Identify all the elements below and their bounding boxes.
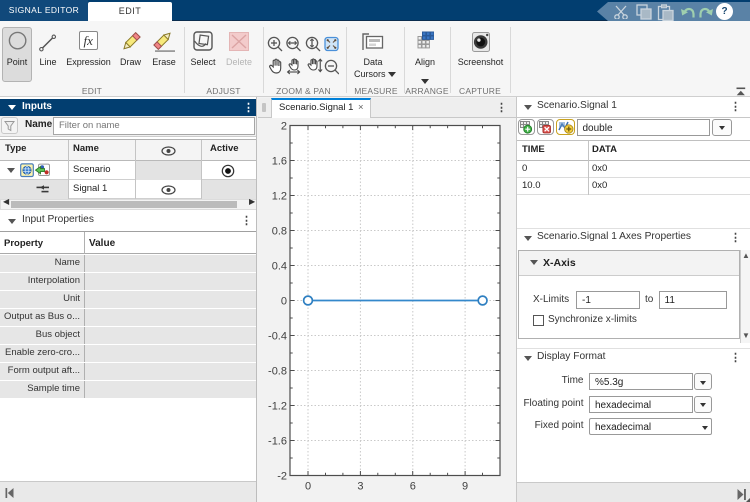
svg-text:0.8: 0.8 bbox=[272, 226, 287, 238]
svg-text:-2: -2 bbox=[277, 471, 287, 483]
svg-text:1.2: 1.2 bbox=[272, 191, 287, 203]
svg-text:3: 3 bbox=[357, 481, 363, 493]
svg-text:-1.6: -1.6 bbox=[268, 436, 287, 448]
svg-text:0: 0 bbox=[305, 481, 311, 493]
svg-text:6: 6 bbox=[410, 481, 416, 493]
svg-text:-1.2: -1.2 bbox=[268, 401, 287, 413]
svg-text:-0.8: -0.8 bbox=[268, 366, 287, 378]
svg-text:-0.4: -0.4 bbox=[268, 331, 287, 343]
svg-text:1.6: 1.6 bbox=[272, 156, 287, 168]
svg-text:9: 9 bbox=[462, 481, 468, 493]
svg-text:2: 2 bbox=[281, 121, 287, 133]
svg-text:0: 0 bbox=[281, 296, 287, 308]
svg-text:0.4: 0.4 bbox=[272, 261, 287, 273]
